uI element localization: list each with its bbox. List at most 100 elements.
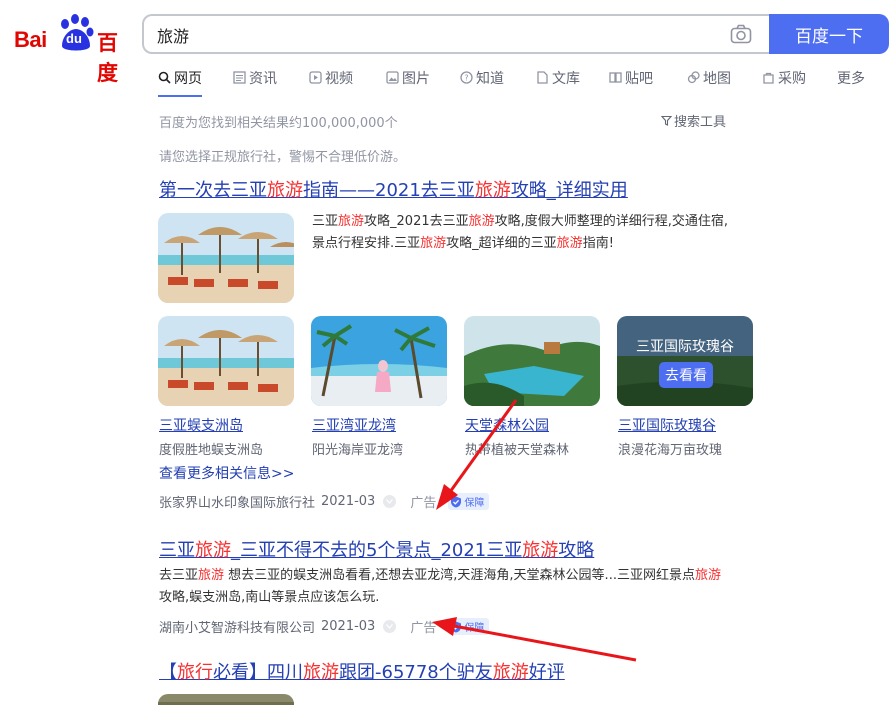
abstract-highlight: 旅游	[468, 214, 495, 229]
title-text: 三亚	[159, 540, 195, 561]
tab-label: 贴吧	[625, 71, 653, 87]
tab-label: 文库	[552, 71, 580, 87]
rose-valley-image	[617, 316, 753, 406]
abstract-line: 景点行程安排.三亚旅游攻略_超详细的三亚旅游指南!	[312, 233, 762, 255]
abstract-highlight: 旅游	[420, 236, 447, 251]
ad-label[interactable]: 广告	[410, 617, 436, 636]
filter-icon	[661, 115, 672, 126]
title-highlight: 旅行	[177, 662, 213, 683]
result-2-source-row: 湖南小艾智游科技有限公司 2021-03 广告 保障	[159, 617, 490, 636]
card-1-title[interactable]: 三亚蜈支洲岛	[159, 415, 243, 435]
tab-more[interactable]: 更多	[837, 68, 865, 98]
guarantee-label: 保障	[464, 623, 485, 634]
guarantee-label: 保障	[464, 498, 485, 509]
result-title-3[interactable]: 【旅行必看】四川旅游跟团-65778个驴友旅游好评	[159, 658, 565, 684]
title-text: 第一次去三亚	[159, 180, 267, 201]
card-2-subtitle: 阳光海岸亚龙湾	[312, 443, 404, 458]
forest-pool-image	[464, 316, 600, 406]
tab-news[interactable]: 资讯	[233, 68, 277, 98]
search-input[interactable]	[157, 24, 697, 46]
card-4-image[interactable]: 三亚国际玫瑰谷 去看看	[617, 316, 753, 406]
tab-video[interactable]: 视频	[309, 68, 353, 98]
abstract-text: 三亚	[312, 214, 339, 229]
card-4-subtitle: 浪漫花海万亩玫瑰	[618, 443, 723, 458]
abstract-line: 去三亚旅游 想去三亚的蜈支洲岛看看,还想去亚龙湾,天涯海角,天堂森林公园等...…	[159, 565, 759, 587]
title-text: 攻略_详细实用	[510, 180, 628, 201]
abstract-line: 攻略,蜈支洲岛,南山等景点应该怎么玩.	[159, 590, 380, 605]
baidu-logo[interactable]: Bai du 百度	[14, 14, 126, 85]
title-text: 好评	[528, 662, 565, 683]
result-3-thumbnail[interactable]	[158, 694, 294, 705]
logo-du-text: du	[66, 31, 82, 46]
camera-icon[interactable]	[730, 24, 752, 44]
search-tools-button[interactable]: 搜索工具	[661, 111, 726, 130]
search-button[interactable]: 百度一下	[769, 14, 889, 54]
abstract-text: 攻略_2021去三亚	[364, 214, 469, 229]
result-1-main-thumbnail[interactable]	[158, 213, 294, 303]
abstract-line: 三亚旅游攻略_2021去三亚旅游攻略,度假大师整理的详细行程,交通住宿,	[312, 211, 762, 233]
tieba-icon	[609, 72, 622, 83]
card-3-image[interactable]	[464, 316, 600, 406]
abstract-highlight: 旅游	[338, 214, 365, 229]
travel-notice: 请您选择正规旅行社，警惕不合理低价游。	[159, 150, 407, 165]
logo-cn-text: 百度	[97, 31, 118, 85]
tab-web[interactable]: 网页	[158, 68, 202, 98]
doc-icon	[537, 71, 548, 84]
tab-map[interactable]: 地图	[687, 68, 731, 98]
abstract-text: 攻略_超详细的三亚	[446, 236, 557, 251]
result-title-1[interactable]: 第一次去三亚旅游指南——2021去三亚旅游攻略_详细实用	[159, 176, 628, 202]
result-1-abstract: 三亚旅游攻略_2021去三亚旅游攻略,度假大师整理的详细行程,交通住宿, 景点行…	[312, 211, 762, 255]
guarantee-badge[interactable]: 保障	[448, 618, 490, 635]
card-2-image[interactable]	[311, 316, 447, 406]
abstract-text: 去三亚	[159, 568, 199, 583]
dropdown-icon[interactable]	[383, 495, 397, 508]
result-count: 百度为您找到相关结果约100,000,000个	[159, 116, 398, 131]
dropdown-icon[interactable]	[383, 620, 397, 633]
logo-bai-text: Bai	[14, 27, 47, 52]
tab-images[interactable]: 图片	[386, 68, 430, 98]
tab-tieba[interactable]: 贴吧	[609, 68, 653, 98]
tab-wenku[interactable]: 文库	[536, 68, 580, 98]
card-2-title[interactable]: 三亚湾亚龙湾	[312, 415, 396, 435]
abstract-text: 指南!	[582, 236, 614, 251]
svg-text:?: ?	[464, 74, 468, 83]
search-icon	[158, 71, 171, 84]
ad-label[interactable]: 广告	[410, 492, 436, 511]
guarantee-badge[interactable]: 保障	[448, 493, 490, 510]
result-2-abstract: 去三亚旅游 想去三亚的蜈支洲岛看看,还想去亚龙湾,天涯海角,天堂森林公园等...…	[159, 565, 759, 609]
card-1-subtitle: 度假胜地蜈支洲岛	[159, 443, 264, 458]
beach-umbrella-image	[158, 213, 294, 303]
title-highlight: 旅游	[267, 180, 303, 201]
abstract-text: 想去三亚的蜈支洲岛看看,还想去亚龙湾,天涯海角,天堂森林公园等...三亚网红景点	[224, 568, 695, 583]
card-1-image[interactable]	[158, 316, 294, 406]
tab-purchase[interactable]: 采购	[762, 68, 806, 98]
title-text: 指南——2021去三亚	[303, 180, 475, 201]
title-highlight: 旅游	[195, 540, 231, 561]
tab-label: 视频	[325, 71, 353, 87]
tab-label: 地图	[703, 71, 731, 87]
card-3-subtitle: 热带植被天堂森林	[465, 443, 570, 458]
card-4-title[interactable]: 三亚国际玫瑰谷	[618, 415, 716, 435]
image-icon	[386, 71, 399, 84]
beach-umbrella-image	[158, 316, 294, 406]
source-date: 2021-03	[321, 494, 376, 509]
map-icon	[687, 71, 700, 84]
result-title-2[interactable]: 三亚旅游_三亚不得不去的5个景点_2021三亚旅游攻略	[159, 536, 594, 562]
title-text: _三亚不得不去的5个景点_2021三亚	[231, 540, 523, 561]
title-text: 【	[159, 662, 177, 683]
title-highlight: 旅游	[474, 180, 511, 201]
see-more-link[interactable]: 查看更多相关信息>>	[159, 463, 294, 483]
abstract-highlight: 旅游	[556, 236, 583, 251]
title-highlight: 旅游	[303, 662, 339, 683]
abstract-text: 景点行程安排.三亚	[312, 236, 421, 251]
tab-label: 更多	[837, 71, 865, 87]
card-4-overlay-title: 三亚国际玫瑰谷	[636, 339, 734, 355]
card-3-title[interactable]: 天堂森林公园	[465, 415, 549, 435]
tab-zhidao[interactable]: ? 知道	[460, 68, 504, 98]
shield-check-icon	[451, 496, 462, 507]
tab-label: 采购	[778, 71, 806, 87]
tab-label: 图片	[402, 71, 430, 87]
source-name: 张家界山水印象国际旅行社	[159, 496, 316, 511]
go-see-button[interactable]: 去看看	[659, 362, 713, 388]
shop-icon	[763, 72, 774, 84]
